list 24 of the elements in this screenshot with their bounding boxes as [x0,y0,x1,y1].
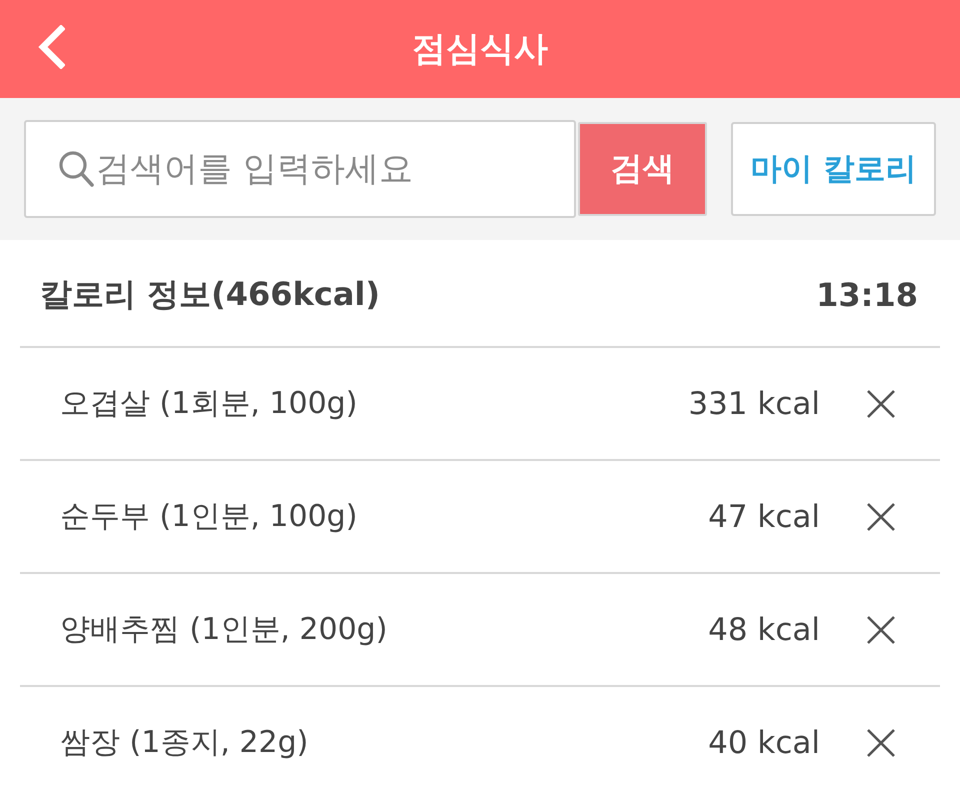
close-icon [866,502,896,532]
back-chevron-icon [37,25,65,69]
search-icon [58,150,94,188]
meal-time: 13:18 [816,276,918,314]
delete-button[interactable] [866,502,896,532]
delete-button[interactable] [866,614,896,644]
close-icon [866,614,896,644]
calorie-info-title: 칼로리 정보(466kcal) [40,274,380,315]
food-name: 순두부 (1인분, 100g) [60,498,358,536]
my-calorie-button[interactable]: 마이 칼로리 [731,122,936,216]
food-name: 양배추찜 (1인분, 200g) [60,611,388,649]
food-calories: 48 kcal [708,612,820,648]
close-icon [866,728,896,758]
screen-title: 점심식사 [412,28,548,71]
food-calories: 47 kcal [708,498,820,534]
food-name: 오겹살 (1회분, 100g) [60,385,358,423]
delete-button[interactable] [866,388,896,418]
search-field[interactable]: 검색어를 입력하세요 [24,120,576,218]
food-name: 쌈장 (1종지, 22g) [60,724,310,762]
food-calories: 331 kcal [688,386,820,422]
search-button[interactable]: 검색 [578,122,708,216]
delete-button[interactable] [866,728,896,758]
food-calories: 40 kcal [708,724,820,760]
close-icon [866,388,896,418]
